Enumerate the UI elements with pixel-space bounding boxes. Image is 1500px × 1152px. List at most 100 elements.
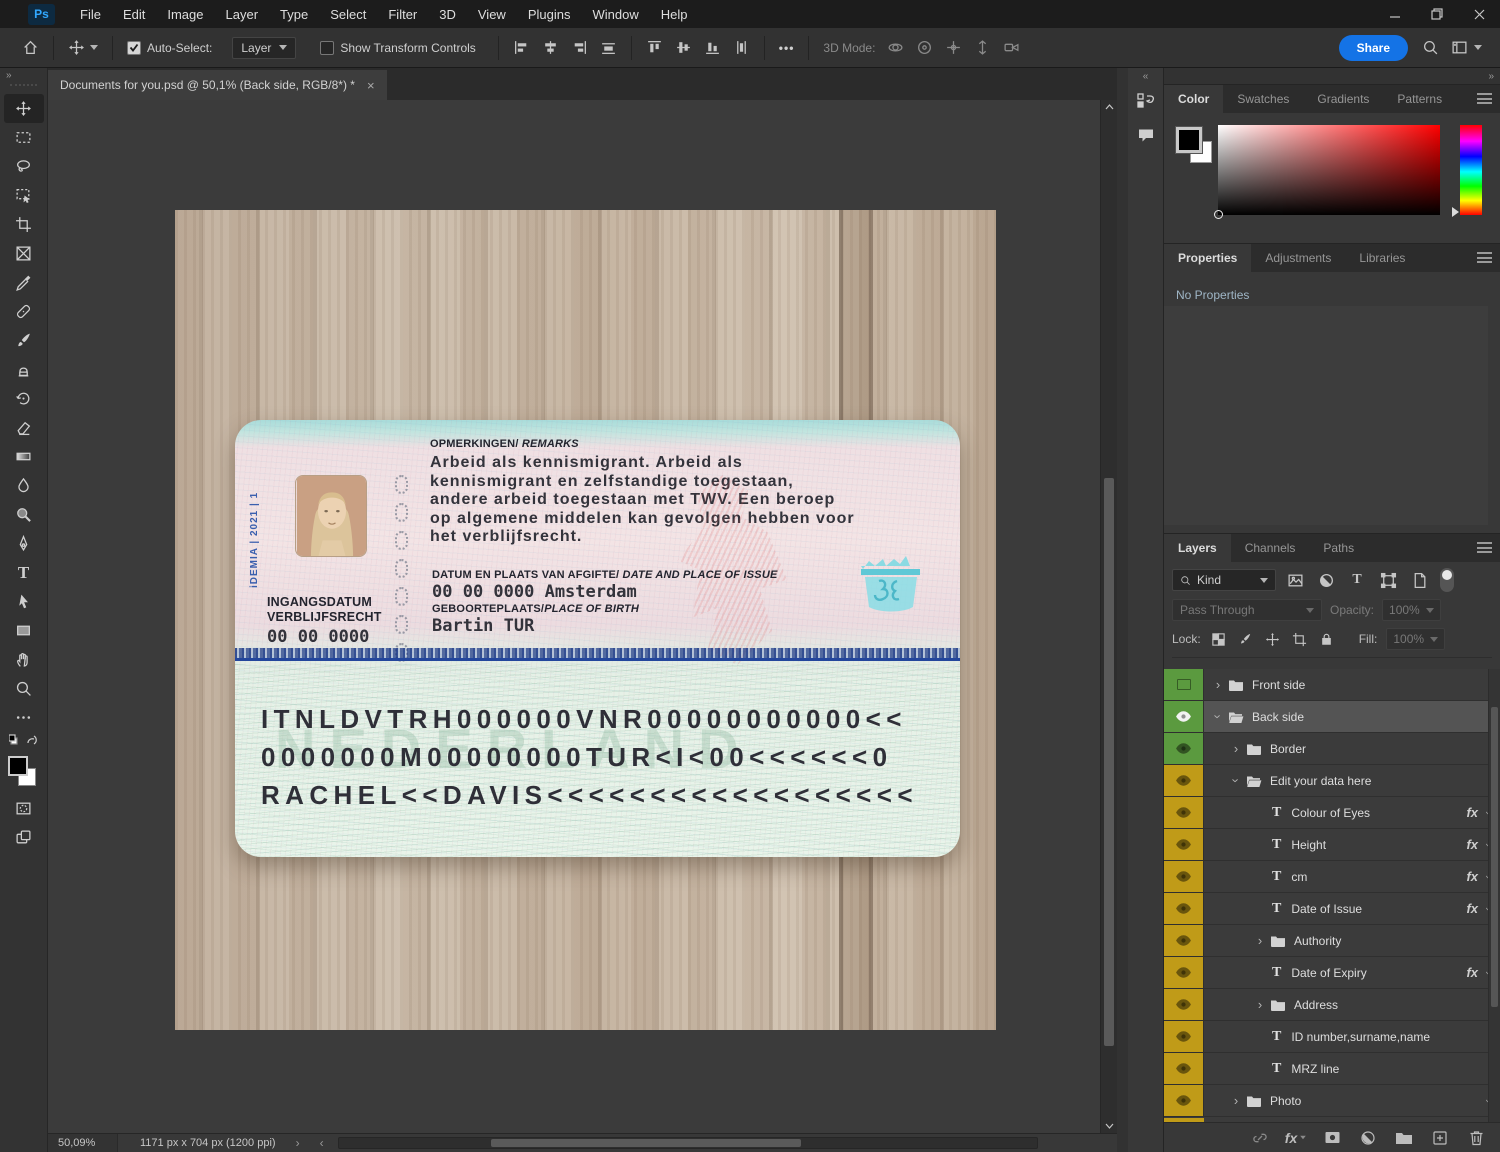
layer-row-authority[interactable]: › Authority xyxy=(1164,925,1500,957)
edit-toolbar-icon[interactable] xyxy=(4,703,44,732)
layer-row-date-of-expiry[interactable]: TDate of Expiryfx› xyxy=(1164,957,1500,989)
toolbar-collapse-icon[interactable]: » xyxy=(0,68,47,82)
filter-smart-objects-icon[interactable] xyxy=(1407,569,1431,591)
menu-filter[interactable]: Filter xyxy=(377,2,428,27)
eraser-tool[interactable] xyxy=(4,413,44,442)
align-bottom-icon[interactable] xyxy=(704,39,721,56)
type-tool[interactable]: T xyxy=(4,558,44,587)
layer-row-address[interactable]: › Address xyxy=(1164,989,1500,1021)
layer-style-icon[interactable]: fx xyxy=(1285,1128,1307,1148)
tab-properties[interactable]: Properties xyxy=(1164,244,1252,272)
expand-chevron-icon[interactable]: › xyxy=(1230,1093,1242,1108)
healing-brush-tool[interactable] xyxy=(4,297,44,326)
saturation-brightness-field[interactable] xyxy=(1214,125,1440,219)
workspace-switcher-icon[interactable] xyxy=(1451,39,1482,56)
move-tool-preset[interactable] xyxy=(68,39,98,56)
layer-effects-badge[interactable]: fx xyxy=(1466,837,1478,852)
menu-window[interactable]: Window xyxy=(581,2,649,27)
align-left-icon[interactable] xyxy=(513,39,530,56)
screen-mode-icon[interactable] xyxy=(4,823,44,852)
lock-transparent-icon[interactable] xyxy=(1210,630,1228,648)
menu-select[interactable]: Select xyxy=(319,2,377,27)
expand-chevron-icon[interactable]: › xyxy=(1212,677,1224,692)
horizontal-scrollbar[interactable] xyxy=(337,1137,1038,1149)
menu-type[interactable]: Type xyxy=(269,2,319,27)
lasso-tool[interactable] xyxy=(4,152,44,181)
lock-artboard-icon[interactable] xyxy=(1291,630,1309,648)
visibility-toggle[interactable] xyxy=(1164,893,1204,924)
3d-slide-icon[interactable] xyxy=(974,39,991,56)
minimize-button[interactable] xyxy=(1374,0,1416,28)
3d-orbit-icon[interactable] xyxy=(887,39,904,56)
tab-adjustments[interactable]: Adjustments xyxy=(1251,244,1345,272)
menu-image[interactable]: Image xyxy=(156,2,214,27)
visibility-toggle[interactable] xyxy=(1164,733,1204,764)
vertical-scroll-thumb[interactable] xyxy=(1104,478,1114,1046)
gradient-tool[interactable] xyxy=(4,442,44,471)
filter-adjustment-layers-icon[interactable] xyxy=(1314,569,1338,591)
horizontal-scroll-thumb[interactable] xyxy=(490,1139,801,1147)
fill-value[interactable]: 100% xyxy=(1386,628,1446,650)
new-group-icon[interactable] xyxy=(1394,1128,1414,1148)
visibility-toggle[interactable] xyxy=(1164,765,1204,796)
history-brush-tool[interactable] xyxy=(4,384,44,413)
color-field-marker[interactable] xyxy=(1214,210,1223,219)
panel-collapse-left-icon[interactable]: « xyxy=(1128,68,1163,84)
visibility-toggle[interactable] xyxy=(1164,829,1204,860)
tab-gradients[interactable]: Gradients xyxy=(1303,85,1383,113)
layers-scroll-thumb[interactable] xyxy=(1491,707,1498,1007)
zoom-tool[interactable] xyxy=(4,674,44,703)
marquee-tool[interactable] xyxy=(4,123,44,152)
visibility-toggle[interactable] xyxy=(1164,669,1204,700)
lock-pixels-icon[interactable] xyxy=(1237,630,1255,648)
rectangle-tool[interactable] xyxy=(4,616,44,645)
layer-row-height[interactable]: THeightfx› xyxy=(1164,829,1500,861)
hand-tool[interactable] xyxy=(4,645,44,674)
status-expand-icon[interactable]: › xyxy=(296,1136,300,1150)
menu-plugins[interactable]: Plugins xyxy=(517,2,582,27)
tab-swatches[interactable]: Swatches xyxy=(1223,85,1303,113)
panel-menu-icon[interactable] xyxy=(1477,542,1492,553)
layer-filter-dropdown[interactable]: Kind xyxy=(1172,569,1276,591)
collapse-chevron-icon[interactable]: › xyxy=(1229,775,1244,787)
visibility-toggle[interactable] xyxy=(1164,701,1204,732)
layer-row-cm[interactable]: Tcmfx› xyxy=(1164,861,1500,893)
home-button[interactable] xyxy=(22,39,39,56)
tab-libraries[interactable]: Libraries xyxy=(1345,244,1419,272)
pen-tool[interactable] xyxy=(4,529,44,558)
layer-effects-badge[interactable]: fx xyxy=(1466,901,1478,916)
canvas[interactable]: iDEMIA | 2021 | 1 OPMERKINGEN/ REMARKS A… xyxy=(48,100,1100,1133)
tab-channels[interactable]: Channels xyxy=(1231,534,1310,562)
move-tool[interactable] xyxy=(3,94,44,123)
filter-shape-layers-icon[interactable] xyxy=(1376,569,1400,591)
expand-chevron-icon[interactable]: › xyxy=(1254,933,1266,948)
blur-tool[interactable] xyxy=(4,471,44,500)
distribute-vertical-icon[interactable] xyxy=(733,39,750,56)
document-tab[interactable]: Documents for you.psd @ 50,1% (Back side… xyxy=(48,70,387,100)
layer-effects-badge[interactable]: fx xyxy=(1466,805,1478,820)
close-button[interactable] xyxy=(1458,0,1500,28)
hue-slider[interactable] xyxy=(1460,125,1482,215)
visibility-toggle[interactable] xyxy=(1164,861,1204,892)
layer-row-date-of-issue[interactable]: TDate of Issuefx› xyxy=(1164,893,1500,925)
align-right-icon[interactable] xyxy=(571,39,588,56)
auto-select-checkbox[interactable]: Auto-Select: xyxy=(127,40,212,55)
brush-tool[interactable] xyxy=(4,326,44,355)
menu-help[interactable]: Help xyxy=(650,2,699,27)
panel-collapse-right-icon[interactable]: » xyxy=(1164,68,1500,84)
scroll-down-icon[interactable] xyxy=(1101,1119,1118,1133)
restore-button[interactable] xyxy=(1416,0,1458,28)
tab-color[interactable]: Color xyxy=(1164,85,1224,113)
layer-row-front-side[interactable]: › Front side xyxy=(1164,669,1500,701)
expand-chevron-icon[interactable]: › xyxy=(1230,741,1242,756)
panel-menu-icon[interactable] xyxy=(1477,93,1492,104)
layer-row-colour-of-eyes[interactable]: TColour of Eyesfx› xyxy=(1164,797,1500,829)
lock-all-icon[interactable] xyxy=(1318,630,1336,648)
tab-paths[interactable]: Paths xyxy=(1309,534,1368,562)
layer-row-photo[interactable]: ›Photo› xyxy=(1164,1085,1500,1117)
scroll-up-icon[interactable] xyxy=(1101,100,1118,114)
opacity-value[interactable]: 100% xyxy=(1382,599,1441,621)
auto-select-target-dropdown[interactable]: Layer xyxy=(232,36,297,59)
visibility-toggle[interactable] xyxy=(1164,1053,1204,1084)
foreground-background-swatches[interactable] xyxy=(6,756,42,790)
